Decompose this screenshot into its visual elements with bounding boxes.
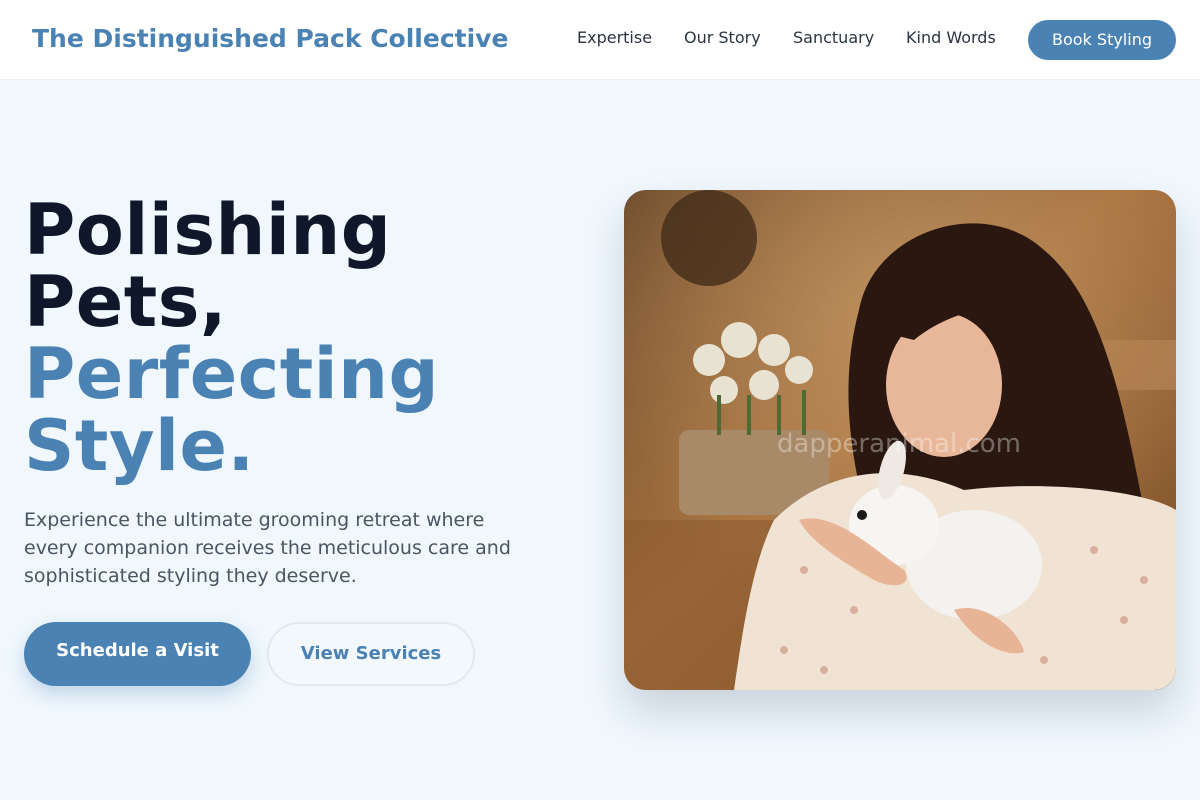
woman-with-bunny-image: dapperanimal.com [624, 190, 1176, 690]
hero-title-accent-line: Style. [24, 405, 255, 487]
image-watermark: dapperanimal.com [777, 429, 1021, 459]
hero-title-line: Pets, [24, 261, 227, 343]
nav-link-expertise[interactable]: Expertise [577, 28, 652, 48]
book-styling-button[interactable]: Book Styling [1028, 20, 1176, 60]
hero-title-accent-line: Perfecting [24, 333, 440, 415]
brand-logo-text[interactable]: The Distinguished Pack Collective [32, 24, 508, 54]
nav-link-kind-words[interactable]: Kind Words [906, 28, 996, 48]
site-header: The Distinguished Pack Collective Expert… [0, 0, 1200, 80]
hero-photo: dapperanimal.com [624, 190, 1176, 690]
hero-title-line: Polishing [24, 189, 392, 271]
view-services-button[interactable]: View Services [267, 622, 475, 686]
schedule-visit-button[interactable]: Schedule a Visit [24, 622, 251, 686]
nav-link-our-story[interactable]: Our Story [684, 28, 761, 48]
hero-description: Experience the ultimate grooming retreat… [24, 509, 511, 587]
hero-title: Polishing Pets, Perfecting Style. [24, 194, 584, 482]
nav-link-sanctuary[interactable]: Sanctuary [793, 28, 874, 48]
